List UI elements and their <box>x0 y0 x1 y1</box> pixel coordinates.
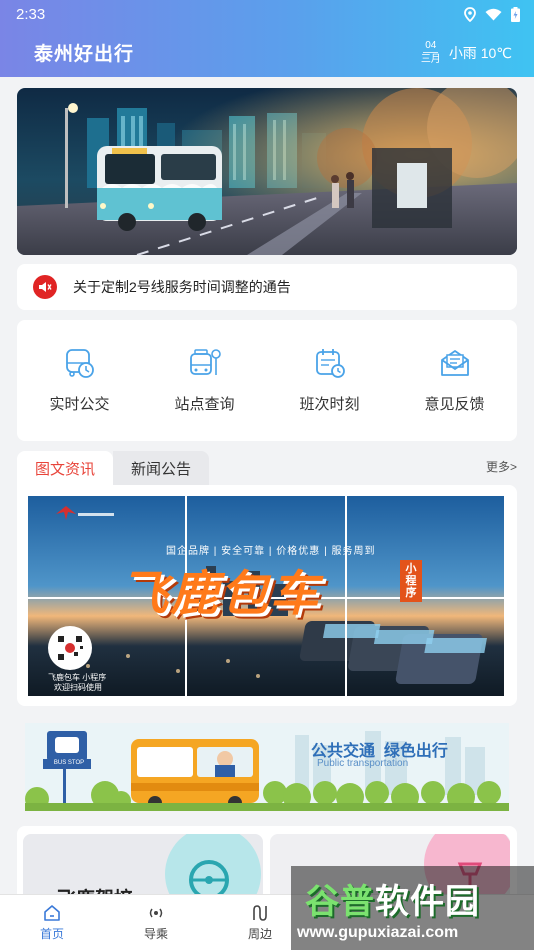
date-display: 04 三月 <box>421 39 441 66</box>
tab-graphic-news[interactable]: 图文资讯 <box>17 451 114 485</box>
more-link[interactable]: 更多> <box>486 458 517 485</box>
notice-bar[interactable]: 关于定制2号线服务时间调整的通告 <box>17 264 517 310</box>
home-icon <box>44 904 60 921</box>
date-month: 三月 <box>420 54 441 65</box>
weather-widget: 04 三月 小雨 10℃ <box>421 39 512 66</box>
weather-text: 小雨 10℃ <box>448 44 512 61</box>
feedback-mail-icon <box>440 350 469 376</box>
notice-text: 关于定制2号线服务时间调整的通告 <box>73 279 291 295</box>
location-icon <box>464 6 476 22</box>
banner-image-bus-night <box>17 88 517 255</box>
title-bar: 泰州好出行 04 三月 小雨 10℃ <box>0 28 534 77</box>
tab-guide[interactable]: 导乘 <box>104 895 208 950</box>
watermark-logo: 谷普软件园 <box>305 883 480 921</box>
battery-icon <box>511 6 520 22</box>
calendar-clock-icon <box>315 349 345 378</box>
tab-label: 周边 <box>247 926 272 941</box>
tab-home[interactable]: 首页 <box>0 895 104 950</box>
tab-news-announcement[interactable]: 新闻公告 <box>113 451 210 485</box>
quick-label: 站点查询 <box>174 396 235 413</box>
quick-item-feedback[interactable]: 意见反馈 <box>400 347 510 414</box>
news-card: 国企品牌 | 安全可靠 | 价格优惠 | 服务周到 飞鹿包车 小程序 飞鹿包车 … <box>17 485 517 706</box>
promo-banner[interactable]: 公共交通 绿色出行 Public transportation BUS STOP <box>25 723 509 811</box>
poster-badge: 小程序 <box>400 560 422 602</box>
quick-label: 意见反馈 <box>424 396 485 413</box>
quick-label: 班次时刻 <box>299 396 360 413</box>
tab-label: 首页 <box>39 926 64 941</box>
wifi-icon <box>485 8 502 20</box>
bus-stop-icon <box>189 349 221 375</box>
route-icon <box>253 904 267 921</box>
status-time: 2:33 <box>16 5 46 23</box>
promo-subline: Public transportation <box>317 758 409 769</box>
bus-clock-icon <box>65 349 94 378</box>
speaker-icon <box>33 275 57 299</box>
quick-item-station-query[interactable]: 站点查询 <box>150 347 260 414</box>
date-day: 04 <box>423 40 439 53</box>
bus-stop-sign-text: BUS STOP <box>53 760 85 766</box>
quick-item-schedule[interactable]: 班次时刻 <box>275 347 385 414</box>
quick-label: 实时公交 <box>49 396 110 413</box>
tab-label: 导乘 <box>143 926 168 941</box>
watermark-url: www.gupuxiazai.com <box>297 924 459 941</box>
quick-item-realtime-bus[interactable]: 实时公交 <box>25 347 135 414</box>
quick-menu: 实时公交 站点查询 班次时刻 意见反馈 <box>17 320 517 441</box>
signal-icon <box>149 908 163 917</box>
poster-qr-caption-2: 欢迎扫码使用 <box>54 683 102 692</box>
status-bar: 2:33 <box>0 0 534 28</box>
news-tabs: 图文资讯 新闻公告 更多> <box>17 451 517 485</box>
news-poster[interactable]: 国企品牌 | 安全可靠 | 价格优惠 | 服务周到 飞鹿包车 小程序 飞鹿包车 … <box>28 496 504 696</box>
watermark-overlay: 谷普软件园 www.gupuxiazai.com <box>291 866 534 950</box>
app-title: 泰州好出行 <box>34 44 135 65</box>
status-icons <box>464 6 520 22</box>
banner-carousel[interactable] <box>17 88 517 255</box>
poster-title: 飞鹿包车 <box>120 568 321 621</box>
app-header: 2:33 泰州好出行 04 三月 小雨 10℃ <box>0 0 534 77</box>
